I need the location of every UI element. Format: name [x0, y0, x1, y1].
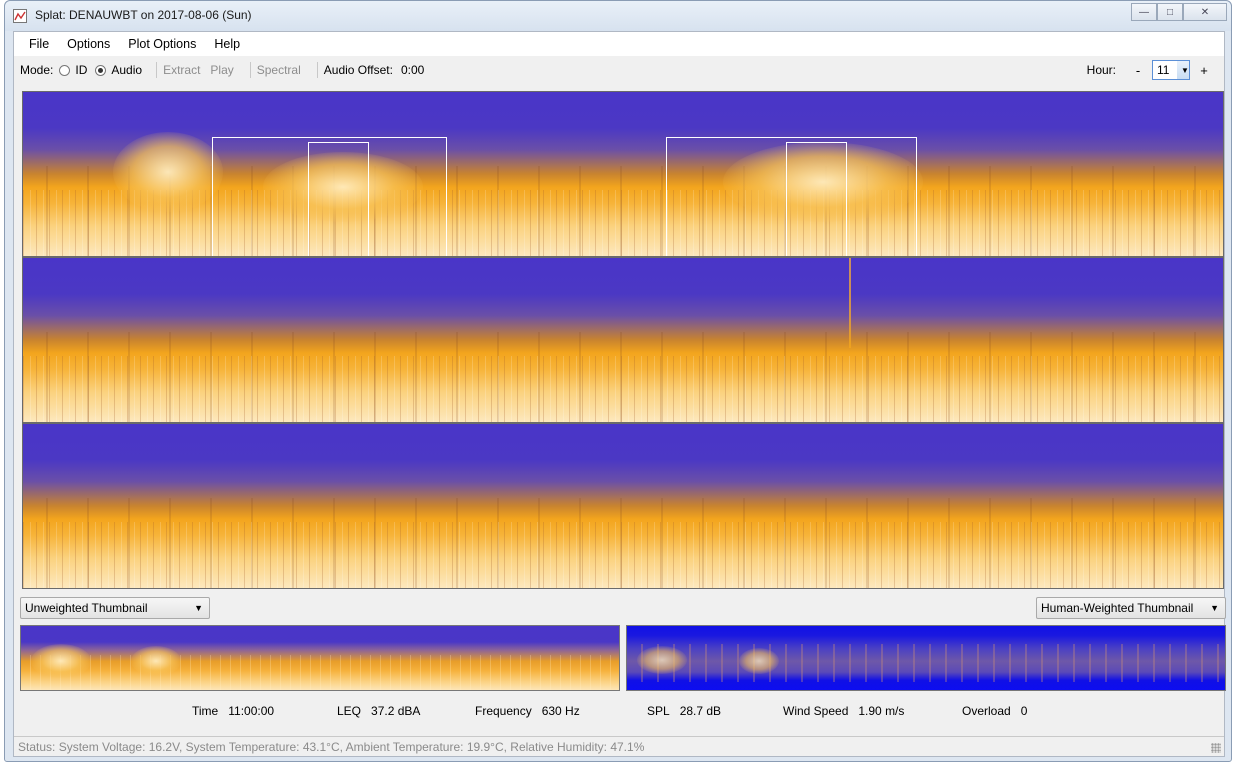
leq-value: 37.2 dBA — [371, 704, 421, 718]
time-label: Time — [192, 704, 219, 718]
toolbar-separator — [316, 62, 318, 78]
unweighted-thumbnail[interactable] — [20, 625, 620, 691]
spike-event — [849, 258, 851, 348]
close-button[interactable]: ✕ — [1183, 3, 1227, 21]
wind-speed-label: Wind Speed — [783, 704, 849, 718]
window-controls: — □ ✕ — [1131, 3, 1227, 21]
hour-select-value: 11 — [1157, 63, 1170, 77]
spl-value: 28.7 dB — [679, 704, 722, 718]
menu-file[interactable]: File — [20, 37, 58, 51]
frequency-value: 630 Hz — [541, 704, 580, 718]
human-weighted-thumbnail[interactable] — [626, 625, 1226, 691]
mode-id-label[interactable]: ID — [75, 63, 87, 77]
spl-label: SPL — [647, 704, 670, 718]
client-area: File Options Plot Options Help Mode: ID … — [13, 31, 1226, 757]
app-window: Splat: DENAUWBT on 2017-08-06 (Sun) — □ … — [4, 0, 1232, 762]
menu-help[interactable]: Help — [205, 37, 249, 51]
play-button[interactable]: Play — [210, 63, 233, 77]
spectrogram-row-1[interactable] — [22, 91, 1224, 257]
human-weighted-thumbnail-select[interactable]: Human-Weighted Thumbnail ▼ — [1036, 597, 1226, 619]
wind-speed-readout: Wind Speed 1.90 m/s — [783, 704, 904, 718]
leq-readout: LEQ 37.2 dBA — [337, 704, 420, 718]
extract-button[interactable]: Extract — [163, 63, 200, 77]
toolbar-separator — [156, 62, 158, 78]
time-readout: Time 11:00:00 — [192, 704, 274, 718]
readout-bar: Time 11:00:00 LEQ 37.2 dBA Frequency 630… — [14, 704, 1224, 722]
hour-select[interactable]: 11 ▼ — [1152, 60, 1190, 80]
window-title: Splat: DENAUWBT on 2017-08-06 (Sun) — [35, 8, 252, 22]
resize-grip-icon[interactable] — [1211, 743, 1221, 753]
frequency-label: Frequency — [475, 704, 532, 718]
thumbnail-texture — [627, 643, 1225, 683]
hour-label: Hour: — [1086, 63, 1116, 77]
event-selection-box[interactable] — [308, 142, 369, 256]
status-bar: Status: System Voltage: 16.2V, System Te… — [14, 736, 1224, 756]
spectrogram-row-2[interactable] — [22, 257, 1224, 423]
wind-speed-value: 1.90 m/s — [858, 704, 905, 718]
title-bar[interactable]: Splat: DENAUWBT on 2017-08-06 (Sun) — □ … — [5, 1, 1231, 31]
human-weighted-thumbnail-select-value: Human-Weighted Thumbnail — [1041, 601, 1194, 615]
mode-label: Mode: — [20, 63, 54, 77]
app-icon — [13, 9, 27, 23]
toolbar-separator — [249, 62, 251, 78]
leq-label: LEQ — [337, 704, 362, 718]
thumbnail-texture — [21, 654, 619, 690]
overload-value: 0 — [1020, 704, 1028, 718]
noise-event — [739, 648, 779, 674]
overload-label: Overload — [962, 704, 1011, 718]
unweighted-thumbnail-select-value: Unweighted Thumbnail — [25, 601, 148, 615]
noise-event — [113, 132, 223, 212]
hour-increment-button[interactable]: + — [1194, 63, 1214, 78]
chevron-down-icon: ▼ — [194, 603, 203, 613]
noise-event — [131, 646, 181, 676]
spl-readout: SPL 28.7 dB — [647, 704, 721, 718]
event-selection-box[interactable] — [786, 142, 847, 256]
noise-event — [637, 646, 687, 674]
spectrogram-row-3[interactable] — [22, 423, 1224, 589]
unweighted-thumbnail-select[interactable]: Unweighted Thumbnail ▼ — [20, 597, 210, 619]
chevron-down-icon[interactable]: ▼ — [1177, 61, 1189, 79]
hour-decrement-button[interactable]: - — [1128, 63, 1148, 78]
menu-options[interactable]: Options — [58, 37, 119, 51]
menu-plot-options[interactable]: Plot Options — [119, 37, 205, 51]
status-text: Status: System Voltage: 16.2V, System Te… — [18, 739, 645, 754]
time-value: 11:00:00 — [228, 704, 275, 718]
noise-event — [31, 644, 91, 678]
spectrogram-texture — [23, 522, 1223, 588]
minimize-button[interactable]: — — [1131, 3, 1157, 21]
chevron-down-icon: ▼ — [1210, 603, 1219, 613]
audio-offset-value: 0:00 — [400, 63, 425, 77]
hour-control: Hour: - 11 ▼ + — [1087, 60, 1214, 80]
maximize-button[interactable]: □ — [1157, 3, 1183, 21]
overload-readout: Overload 0 — [962, 704, 1027, 718]
spectrogram-texture — [23, 356, 1223, 422]
mode-audio-label[interactable]: Audio — [111, 63, 142, 77]
menu-bar: File Options Plot Options Help — [14, 32, 1224, 56]
mode-audio-radio[interactable] — [95, 64, 107, 76]
mode-id-radio[interactable] — [59, 64, 71, 76]
audio-offset-label: Audio Offset: — [323, 63, 393, 77]
frequency-readout: Frequency 630 Hz — [475, 704, 580, 718]
spectral-button[interactable]: Spectral — [257, 63, 301, 77]
toolbar: Mode: ID Audio Extract Play Spectral Aud… — [14, 57, 1224, 83]
